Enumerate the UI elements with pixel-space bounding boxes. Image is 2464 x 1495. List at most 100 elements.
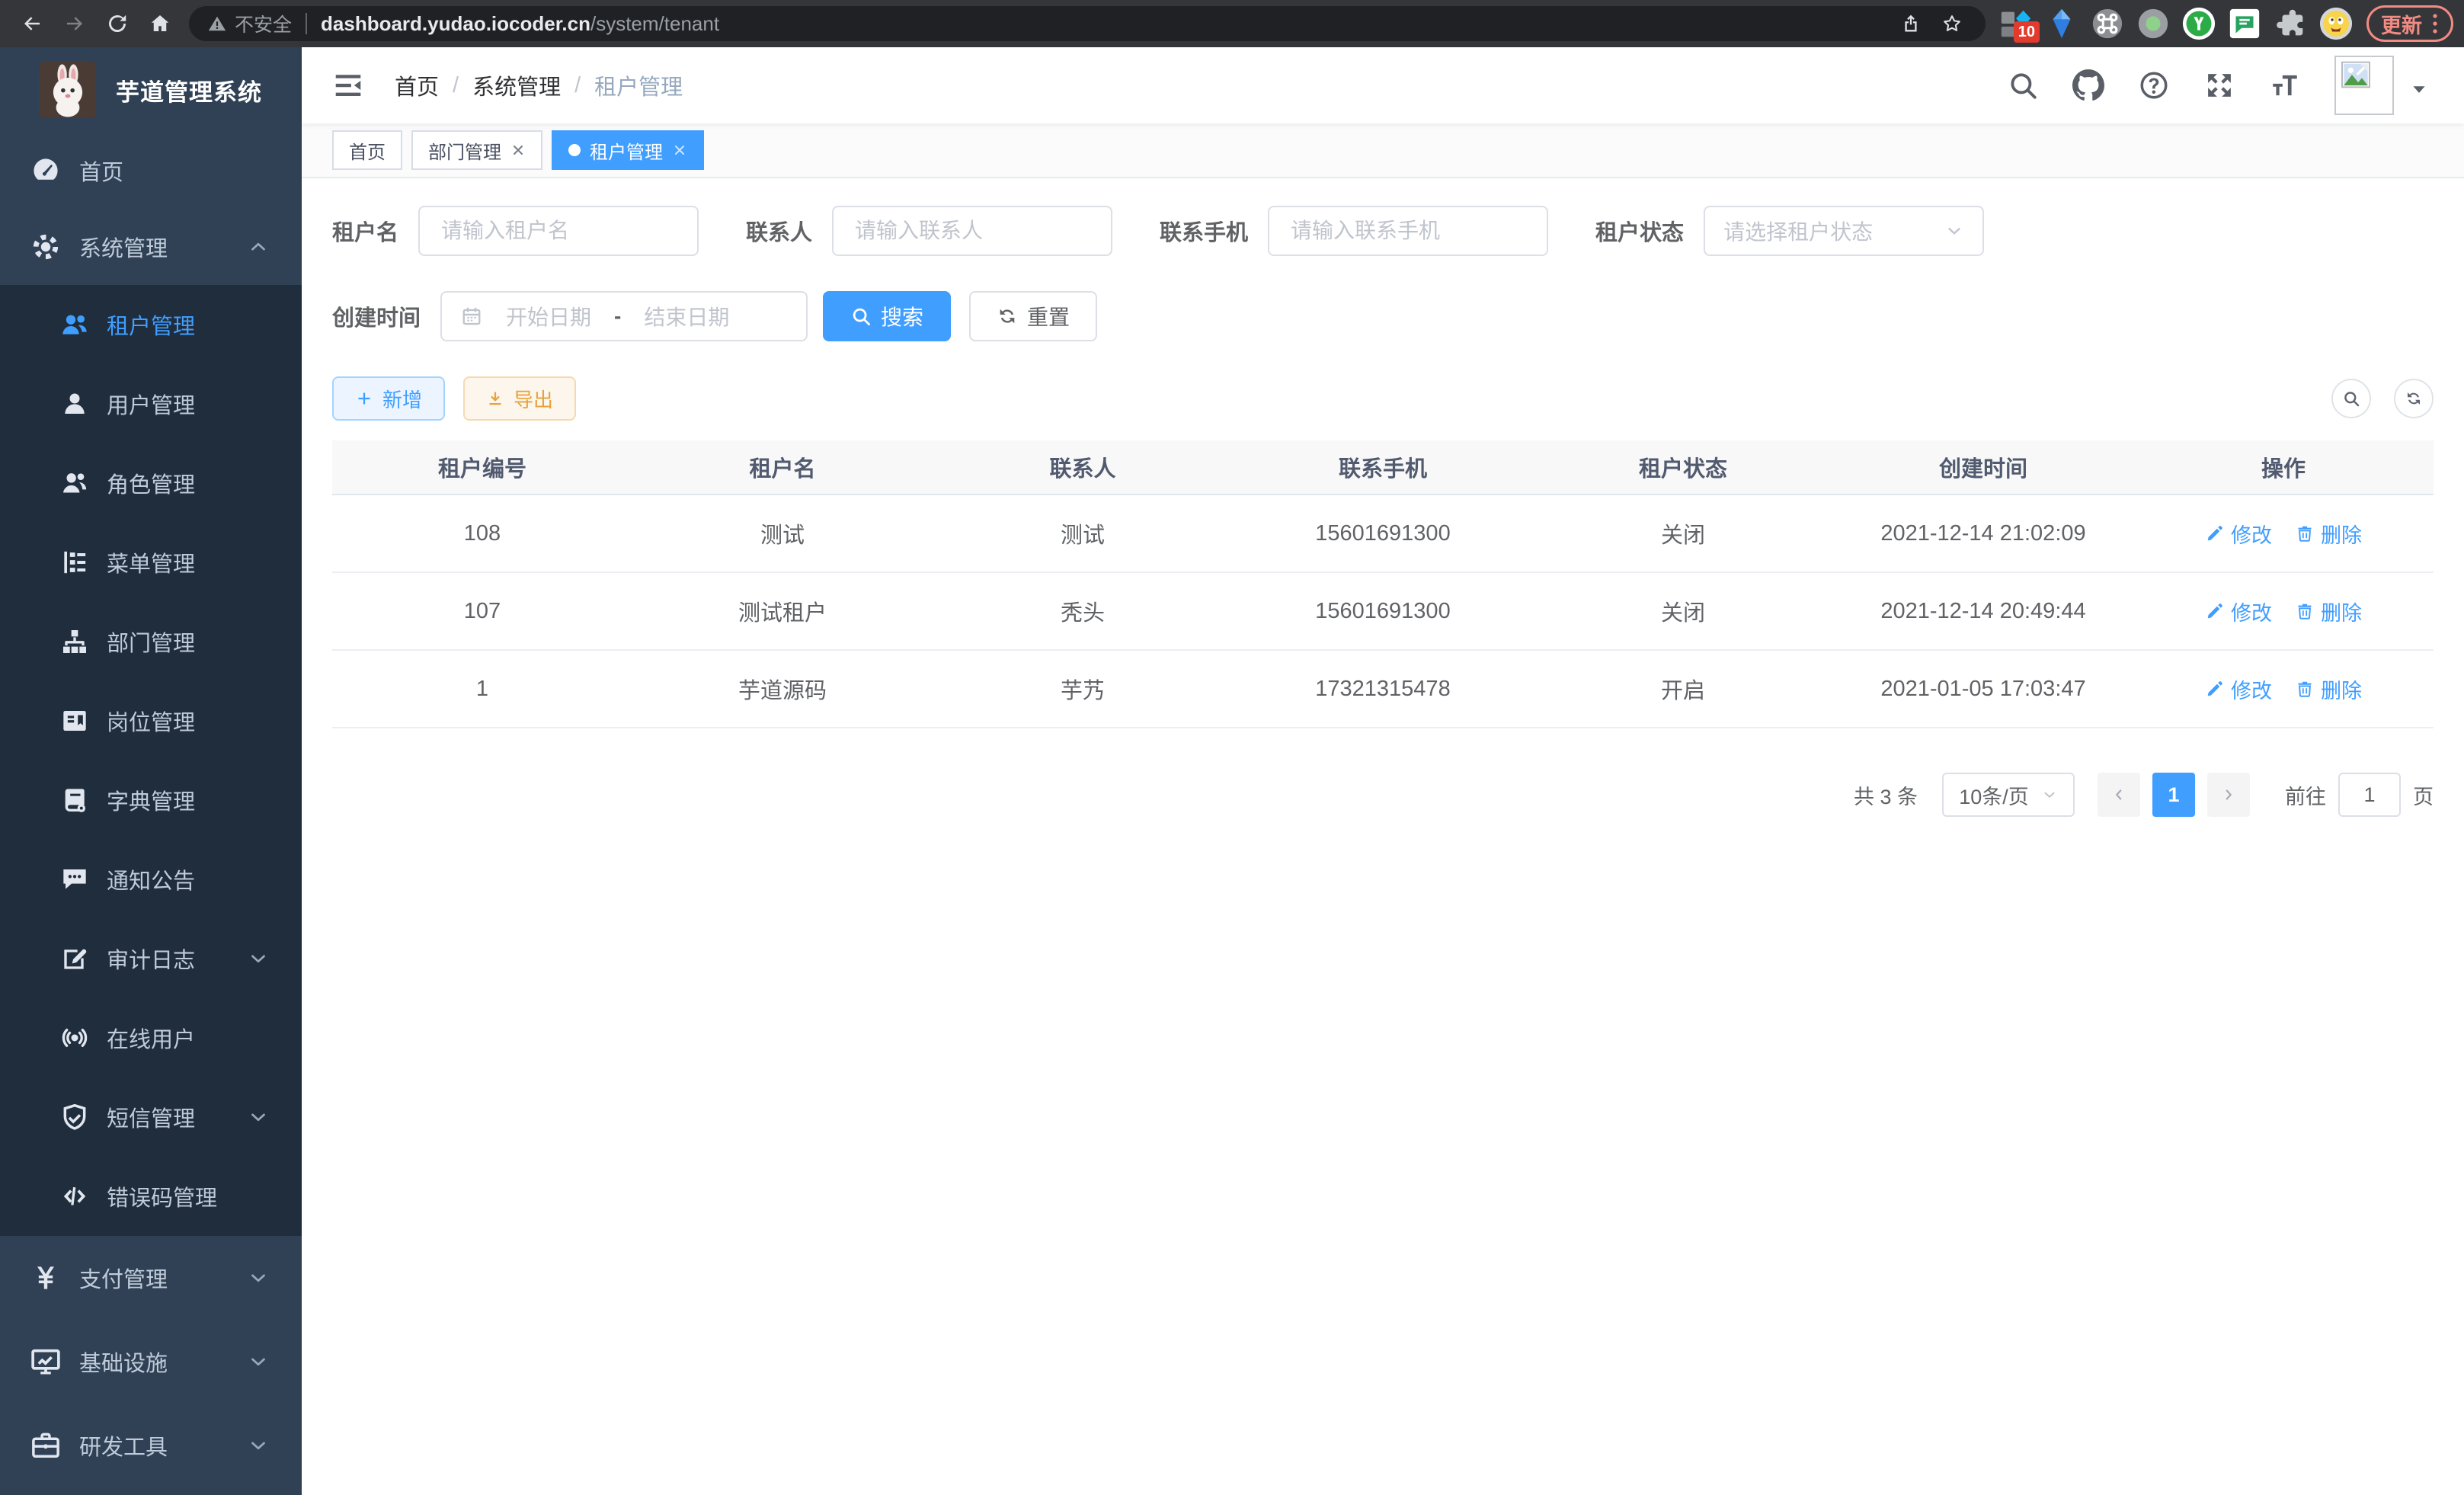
extension-puzzle-icon[interactable]	[2273, 6, 2308, 41]
refresh-table-button[interactable]	[2394, 379, 2434, 418]
not-secure-indicator[interactable]: 不安全	[207, 10, 292, 37]
page-size-select[interactable]: 10条/页	[1942, 773, 2075, 817]
delete-link[interactable]: 删除	[2295, 519, 2362, 549]
cell-name: 测试租户	[632, 595, 933, 627]
download-icon	[486, 389, 504, 408]
tag-租户管理[interactable]: 租户管理	[552, 130, 704, 170]
cell-contact: 测试	[933, 517, 1233, 549]
sidebar-item-字典管理[interactable]: 字典管理	[0, 760, 302, 840]
address-bar[interactable]: 不安全 dashboard.yudao.iocoder.cn/system/te…	[189, 6, 1986, 41]
sidebar-item-审计日志[interactable]: 审计日志	[0, 919, 302, 998]
tenant-status-select[interactable]: 请选择租户状态	[1704, 206, 1984, 256]
extension-chat-icon[interactable]	[2227, 6, 2262, 41]
delete-link[interactable]: 删除	[2295, 674, 2362, 704]
browser-back-button[interactable]	[14, 5, 50, 42]
tag-首页[interactable]: 首页	[332, 130, 402, 170]
extension-y-icon[interactable]	[2181, 6, 2216, 41]
sidebar-item-岗位管理[interactable]: 岗位管理	[0, 681, 302, 760]
page-content: 租户名 联系人 联系手机 租户状态 请选择租户状态	[302, 178, 2464, 1495]
cell-status: 关闭	[1533, 595, 1833, 627]
sidebar-item-菜单管理[interactable]: 菜单管理	[0, 523, 302, 602]
avatar-caret-down-icon[interactable]	[2409, 79, 2429, 99]
close-icon[interactable]	[510, 142, 526, 158]
browser-home-button[interactable]	[142, 5, 178, 42]
sidebar-menu: 首页系统管理租户管理用户管理角色管理菜单管理部门管理岗位管理字典管理通知公告审计…	[0, 133, 302, 1495]
sidebar-item-研发工具[interactable]: 研发工具	[0, 1404, 302, 1487]
edit-link[interactable]: 修改	[2205, 597, 2272, 626]
edit-icon	[2205, 523, 2225, 543]
sidebar-item-基础设施[interactable]: 基础设施	[0, 1320, 302, 1404]
browser-reload-button[interactable]	[99, 5, 136, 42]
sidebar-item-label: 部门管理	[107, 626, 195, 658]
cell-contact: 芋艿	[933, 673, 1233, 705]
close-icon[interactable]	[672, 142, 687, 158]
cell-created: 2021-12-14 20:49:44	[1833, 599, 2133, 624]
page-unit-label: 页	[2413, 780, 2434, 810]
sidebar-item-错误码管理[interactable]: 错误码管理	[0, 1157, 302, 1236]
sidebar-item-通知公告[interactable]: 通知公告	[0, 840, 302, 919]
current-page-button[interactable]: 1	[2152, 773, 2195, 817]
sidebar-item-label: 岗位管理	[107, 705, 195, 737]
avatar[interactable]	[2334, 56, 2394, 115]
sidebar-item-在线用户[interactable]: 在线用户	[0, 998, 302, 1077]
browser-update-button[interactable]: 更新	[2366, 5, 2453, 42]
extension-dot-icon[interactable]	[2136, 6, 2171, 41]
extension-blocks-icon[interactable]: 10	[1998, 6, 2034, 41]
add-button[interactable]: 新增	[332, 376, 445, 421]
sidebar-item-label: 支付管理	[79, 1262, 168, 1294]
edit-link[interactable]: 修改	[2205, 674, 2272, 704]
profile-avatar-icon[interactable]	[2318, 6, 2354, 41]
delete-link[interactable]: 删除	[2295, 597, 2362, 626]
sidebar-item-租户管理[interactable]: 租户管理	[0, 285, 302, 364]
cell-actions: 修改删除	[2133, 519, 2434, 549]
next-page-button[interactable]	[2207, 773, 2250, 817]
gear-icon	[29, 230, 62, 264]
goto-page-input[interactable]	[2338, 773, 2401, 817]
github-icon[interactable]	[2072, 69, 2104, 101]
sidebar-collapse-button[interactable]	[331, 68, 366, 103]
extension-command-icon[interactable]	[2090, 6, 2125, 41]
prev-page-button[interactable]	[2098, 773, 2140, 817]
chevron-down-icon	[1944, 221, 1964, 241]
pagination: 共 3 条 10条/页 1 前往 页	[332, 773, 2434, 817]
errcode-icon	[59, 1181, 90, 1212]
breadcrumb-home[interactable]: 首页	[395, 69, 439, 101]
warning-icon	[207, 14, 227, 34]
extension-gem-icon[interactable]	[2044, 6, 2079, 41]
column-header: 租户编号	[332, 451, 632, 483]
fullscreen-icon[interactable]	[2203, 69, 2235, 101]
notice-icon	[59, 864, 90, 895]
tenant-name-input[interactable]	[418, 206, 699, 256]
sidebar-item-首页[interactable]: 首页	[0, 133, 302, 209]
cell-created: 2021-01-05 17:03:47	[1833, 677, 2133, 702]
create-time-range-input[interactable]: 开始日期 - 结束日期	[440, 291, 808, 341]
bookmark-star-button[interactable]	[1937, 8, 1967, 39]
sidebar-item-角色管理[interactable]: 角色管理	[0, 443, 302, 523]
sidebar-item-用户管理[interactable]: 用户管理	[0, 364, 302, 443]
export-button[interactable]: 导出	[463, 376, 576, 421]
sidebar-item-系统管理[interactable]: 系统管理	[0, 209, 302, 285]
sidebar-item-部门管理[interactable]: 部门管理	[0, 602, 302, 681]
sidebar-item-短信管理[interactable]: 短信管理	[0, 1077, 302, 1157]
table-body: 108测试测试15601691300关闭2021-12-14 21:02:09修…	[332, 495, 2434, 728]
breadcrumb-system[interactable]: 系统管理	[472, 69, 561, 101]
mobile-input[interactable]	[1268, 206, 1548, 256]
header-search-icon[interactable]	[2007, 69, 2039, 101]
cell-id: 107	[332, 599, 632, 624]
contact-input[interactable]	[832, 206, 1112, 256]
tag-部门管理[interactable]: 部门管理	[411, 130, 542, 170]
table-row: 108测试测试15601691300关闭2021-12-14 21:02:09修…	[332, 495, 2434, 573]
reset-button[interactable]: 重置	[969, 291, 1097, 341]
sidebar-item-支付管理[interactable]: 支付管理	[0, 1236, 302, 1320]
browser-forward-button[interactable]	[56, 5, 93, 42]
delete-icon	[2295, 523, 2315, 543]
user-icon	[59, 389, 90, 419]
help-icon[interactable]	[2138, 69, 2170, 101]
sidebar-item-label: 研发工具	[79, 1429, 168, 1461]
search-button[interactable]: 搜索	[823, 291, 951, 341]
font-size-icon[interactable]	[2269, 69, 2301, 101]
share-button[interactable]	[1896, 8, 1926, 39]
sidebar-logo[interactable]: 芋道管理系统	[0, 47, 302, 133]
edit-link[interactable]: 修改	[2205, 519, 2272, 549]
toggle-search-button[interactable]	[2331, 379, 2371, 418]
